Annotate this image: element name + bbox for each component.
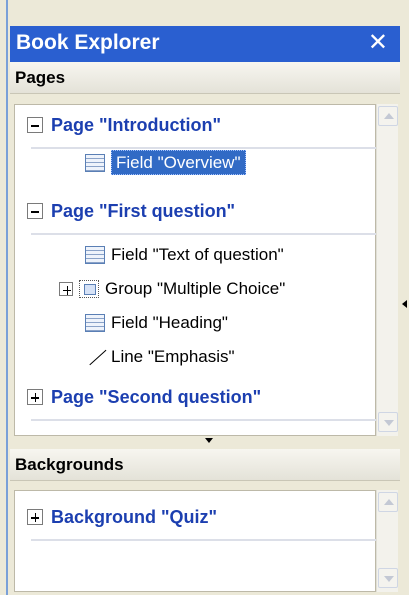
group-icon (79, 279, 99, 298)
tree-page-first-question[interactable]: Page "First question" (27, 201, 382, 235)
scroll-down-icon[interactable] (378, 568, 398, 588)
field-label: Field "Heading" (111, 313, 228, 332)
window-title: Book Explorer (16, 31, 160, 54)
page-label: Page "First question" (51, 201, 236, 221)
field-icon (85, 245, 105, 264)
expand-icon[interactable] (27, 509, 43, 526)
pages-section-header[interactable]: Pages (10, 62, 400, 94)
line-icon (85, 349, 105, 367)
tree-page-second-question[interactable]: Page "Second question" (27, 387, 382, 421)
pages-header-label: Pages (15, 68, 66, 87)
tree-line-emphasis[interactable]: Line "Emphasis" (85, 347, 235, 377)
left-frame-strip (0, 0, 8, 595)
pages-tree[interactable]: Page "Introduction" Field "Overview" Pag… (14, 104, 382, 436)
scroll-down-icon[interactable] (378, 412, 398, 432)
scroll-up-icon[interactable] (378, 492, 398, 512)
field-label: Field "Text of question" (111, 245, 284, 264)
field-label: Field "Overview" (111, 150, 246, 175)
scroll-up-icon[interactable] (378, 106, 398, 126)
backgrounds-tree[interactable]: Background "Quiz" (14, 490, 382, 592)
collapse-icon[interactable] (27, 117, 43, 134)
page-label: Page "Introduction" (51, 115, 222, 135)
side-arrow-icon[interactable] (402, 300, 407, 308)
close-icon[interactable]: ✕ (368, 28, 388, 57)
backgrounds-section-header[interactable]: Backgrounds (10, 449, 400, 481)
title-bar: Book Explorer ✕ (10, 26, 400, 62)
tree-group-multiple-choice[interactable]: Group "Multiple Choice" (59, 279, 285, 309)
field-icon (85, 313, 105, 332)
background-label: Background "Quiz" (51, 507, 218, 527)
collapse-icon[interactable] (27, 203, 43, 220)
tree-field-text-of-question[interactable]: Field "Text of question" (85, 245, 284, 275)
expand-icon[interactable] (59, 281, 73, 296)
tree-page-introduction[interactable]: Page "Introduction" (27, 115, 382, 149)
pages-scrollbar[interactable] (376, 104, 398, 436)
page-label: Page "Second question" (51, 387, 262, 407)
tree-field-heading[interactable]: Field "Heading" (85, 313, 228, 343)
group-label: Group "Multiple Choice" (105, 279, 286, 298)
line-label: Line "Emphasis" (111, 347, 235, 366)
expand-icon[interactable] (27, 389, 43, 406)
splitter-arrow-icon[interactable] (205, 438, 213, 443)
backgrounds-scrollbar[interactable] (376, 490, 398, 592)
tree-field-overview[interactable]: Field "Overview" (85, 150, 246, 183)
field-icon (85, 153, 105, 172)
backgrounds-header-label: Backgrounds (15, 455, 124, 474)
tree-background-quiz[interactable]: Background "Quiz" (27, 507, 382, 541)
